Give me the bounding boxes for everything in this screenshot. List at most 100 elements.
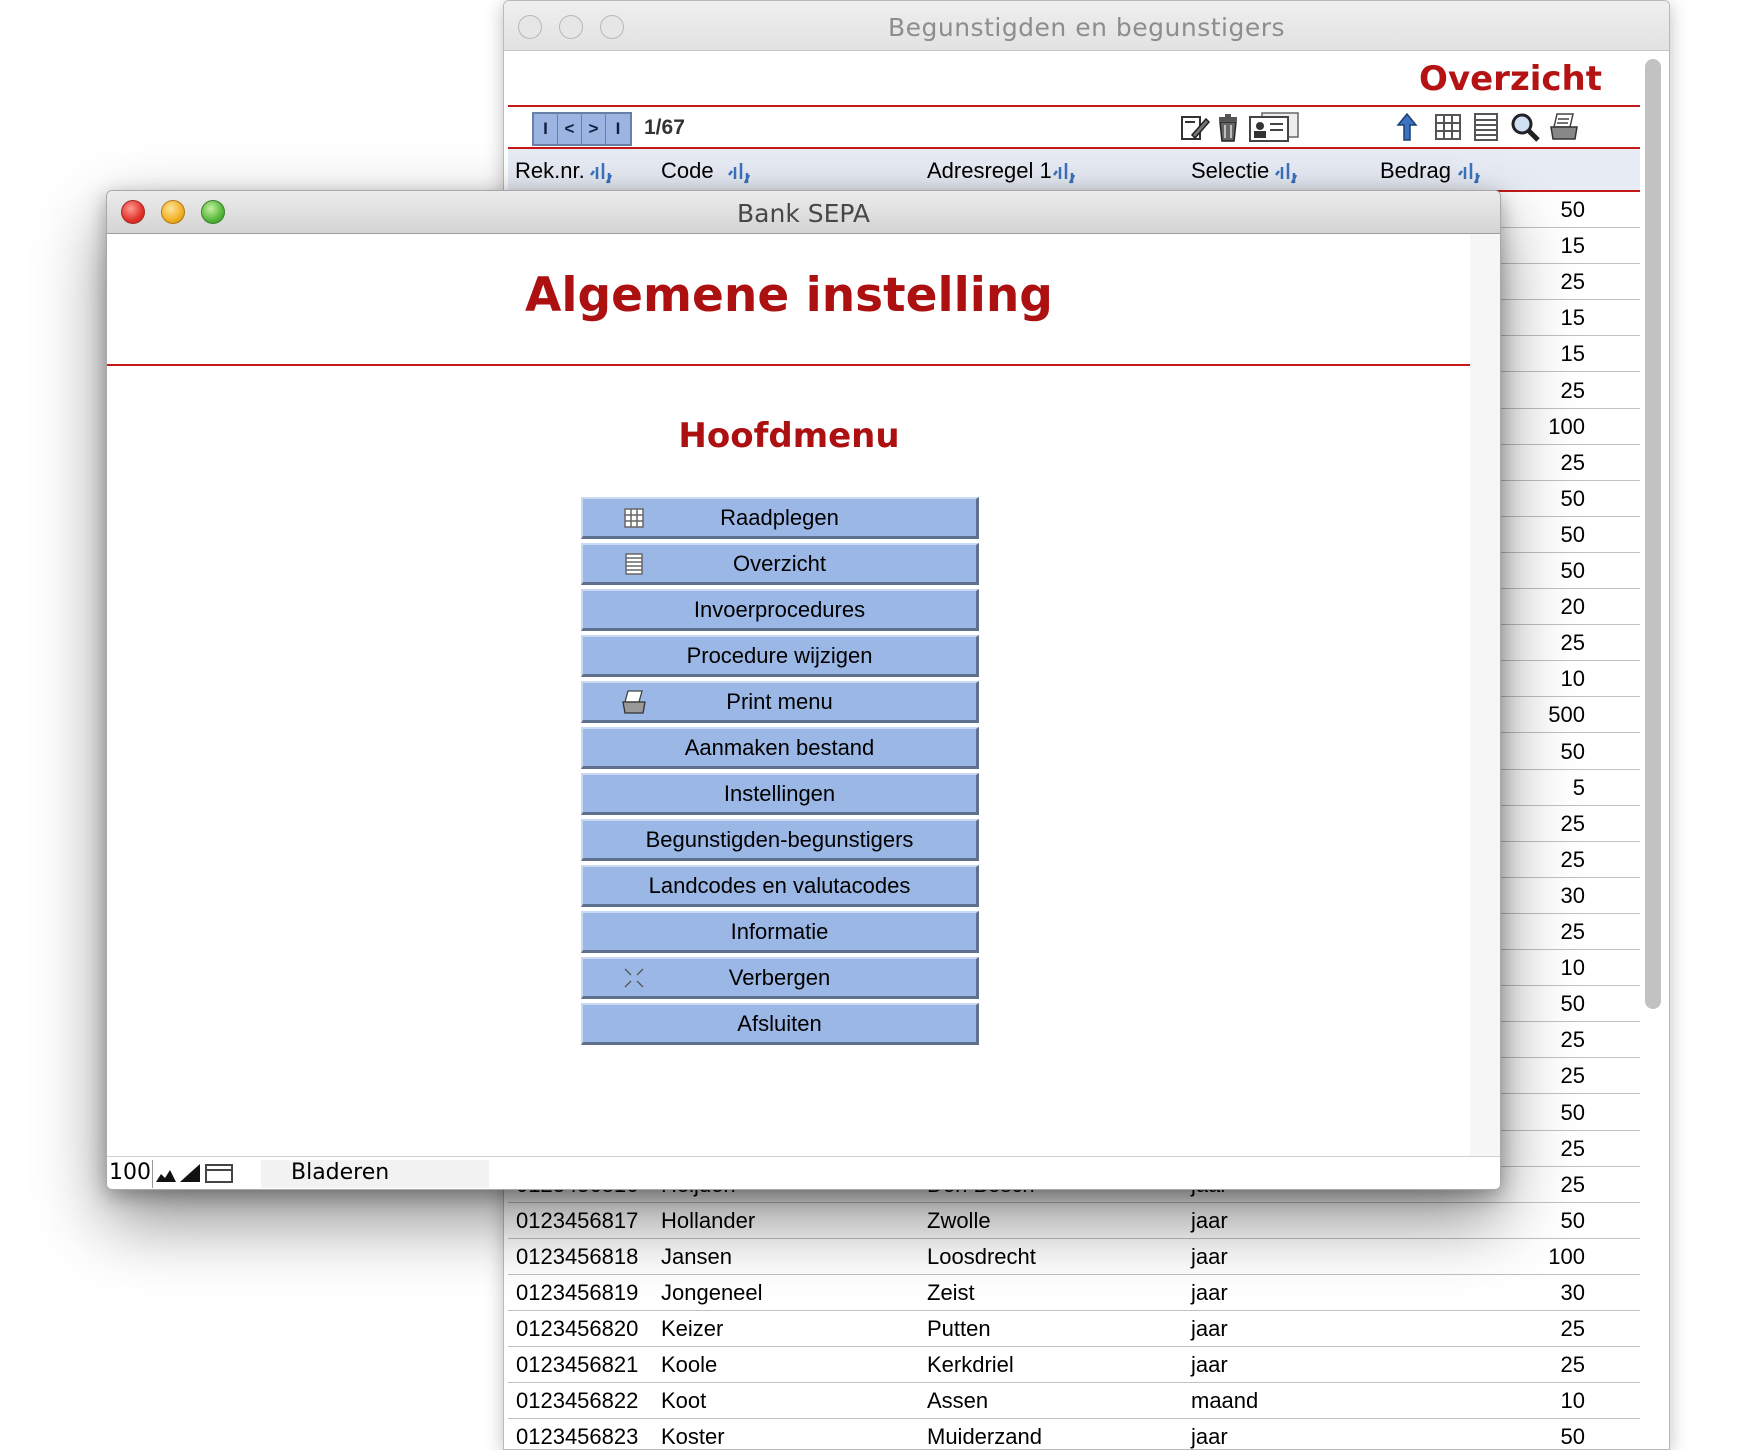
cell-adres: Muiderzand [927,1424,1042,1450]
cell-bedrag: 10 [1560,666,1585,692]
printer-icon [622,690,646,714]
cell-adres: Zwolle [927,1207,991,1233]
search-icon[interactable] [1509,111,1541,143]
column-header-adresregel[interactable]: Adresregel 1 [927,158,1052,184]
menu-button-overzicht[interactable]: Overzicht [581,543,979,585]
menu-button-begunstigden-begunstigers[interactable]: Begunstigden-begunstigers [581,819,979,861]
cell-reknr: 0123456820 [516,1316,639,1342]
menu-button-informatie[interactable]: Informatie [581,911,979,953]
vertical-scrollbar[interactable] [1645,59,1661,1009]
cell-bedrag: 5 [1572,774,1585,800]
cell-code: Jansen [661,1243,732,1269]
trash-icon[interactable] [1212,111,1244,143]
table-row[interactable]: 0123456819 Jongeneel Zeist jaar 30 [508,1275,1640,1311]
column-header-reknr[interactable]: Rek.nr. [515,158,585,184]
grid-icon [624,508,644,528]
menu-button-aanmaken-bestand[interactable]: Aanmaken bestand [581,727,979,769]
cell-bedrag: 50 [1560,485,1585,511]
menu-button-label: Aanmaken bestand [684,735,875,760]
layout-area: Algemene instelling Hoofdmenu Raadplegen… [107,234,1471,1158]
window-title: Begunstigden en begunstigers [887,13,1286,42]
previous-record-button[interactable]: < [558,114,582,144]
status-bar: 100 Bladeren [107,1156,1500,1189]
table-row[interactable]: 0123456823 Koster Muiderzand jaar 50 [508,1419,1640,1450]
main-menu-window-titlebar[interactable]: Bank SEPA [107,191,1500,234]
cell-bedrag: 50 [1560,1207,1585,1233]
record-toolbar: I < > I 1/67 [508,107,1640,149]
menu-button-raadplegen[interactable]: Raadplegen [581,497,979,539]
menu-button-label: Verbergen [728,965,831,990]
table-row[interactable]: 0123456821 Koole Kerkdriel jaar 25 [508,1347,1640,1384]
cell-bedrag: 50 [1560,1424,1585,1450]
cell-reknr: 0123456821 [516,1352,639,1378]
cell-bedrag: 25 [1560,269,1585,295]
sort-up-icon[interactable] [1391,111,1423,143]
cell-adres: Assen [927,1388,989,1414]
section-title: Hoofdmenu [678,416,900,456]
cell-bedrag: 25 [1560,1063,1585,1089]
page-title: Algemene instelling [525,268,1053,323]
zoom-in-icon[interactable] [179,1162,201,1184]
table-row[interactable]: 0123456820 Keizer Putten jaar 25 [508,1311,1640,1348]
menu-button-label: Begunstigden-begunstigers [645,827,914,852]
overview-window-titlebar[interactable]: Begunstigden en begunstigers [504,1,1669,51]
sort-icon[interactable] [1456,159,1482,185]
cell-bedrag: 30 [1560,882,1585,908]
cell-bedrag: 25 [1560,1352,1585,1378]
last-record-button[interactable]: I [606,114,630,144]
status-toggle-icon[interactable] [205,1162,233,1184]
cell-reknr: 0123456818 [516,1243,639,1269]
table-row[interactable]: 0123456822 Koot Assen maand 10 [508,1383,1640,1420]
cell-bedrag: 50 [1560,1099,1585,1125]
divider [107,364,1471,366]
menu-button-print-menu[interactable]: Print menu [581,681,979,723]
table-row[interactable]: 0123456817 Hollander Zwolle jaar 50 [508,1203,1640,1239]
menu-button-verbergen[interactable]: Verbergen [581,957,979,999]
sort-icon[interactable] [588,159,614,185]
sort-icon[interactable] [1051,159,1077,185]
column-header-bedrag[interactable]: Bedrag [1380,158,1451,184]
table-row[interactable]: 0123456818 Jansen Loosdrecht jaar 100 [508,1239,1640,1275]
menu-button-label: Informatie [730,919,829,944]
view-title: Overzicht [1419,59,1602,99]
next-record-button[interactable]: > [582,114,606,144]
cell-bedrag: 25 [1560,1316,1585,1342]
cell-bedrag: 100 [1548,413,1585,439]
cell-adres: Kerkdriel [927,1352,1014,1378]
menu-button-instellingen[interactable]: Instellingen [581,773,979,815]
column-header-selectie[interactable]: Selectie [1191,158,1269,184]
cell-reknr: 0123456823 [516,1424,639,1450]
menu-button-procedure-wijzigen[interactable]: Procedure wijzigen [581,635,979,677]
grid-view-icon[interactable] [1432,111,1464,143]
zoom-out-icon[interactable] [155,1162,177,1184]
print-icon[interactable] [1548,111,1580,143]
edit-record-icon[interactable] [1178,111,1210,143]
cell-reknr: 0123456822 [516,1388,639,1414]
menu-button-afsluiten[interactable]: Afsluiten [581,1003,979,1045]
cell-bedrag: 20 [1560,594,1585,620]
menu-button-invoerprocedures[interactable]: Invoerprocedures [581,589,979,631]
cell-bedrag: 25 [1560,1171,1585,1197]
cell-selectie: jaar [1191,1207,1228,1233]
cell-bedrag: 100 [1548,1243,1585,1269]
cell-bedrag: 15 [1560,341,1585,367]
contact-card-icon[interactable] [1248,111,1300,143]
record-navigation: I < > I [532,112,632,146]
first-record-button[interactable]: I [534,114,558,144]
shrink-icon [624,968,644,988]
list-view-icon[interactable] [1470,111,1502,143]
zoom-level[interactable]: 100 [109,1160,153,1188]
cell-code: Koole [661,1352,718,1378]
sort-icon[interactable] [726,159,752,185]
cell-selectie: jaar [1191,1280,1228,1305]
vertical-scrollbar-track[interactable] [1470,234,1500,1158]
sort-icon[interactable] [1273,159,1299,185]
cell-selectie: jaar [1191,1424,1228,1450]
cell-reknr: 0123456819 [516,1280,639,1305]
mode-indicator[interactable]: Bladeren [261,1160,489,1188]
menu-button-landcodes-en-valutacodes[interactable]: Landcodes en valutacodes [581,865,979,907]
column-header-code[interactable]: Code [661,158,714,184]
cell-bedrag: 15 [1560,233,1585,259]
cell-adres: Loosdrecht [927,1243,1036,1269]
cell-bedrag: 10 [1560,955,1585,981]
